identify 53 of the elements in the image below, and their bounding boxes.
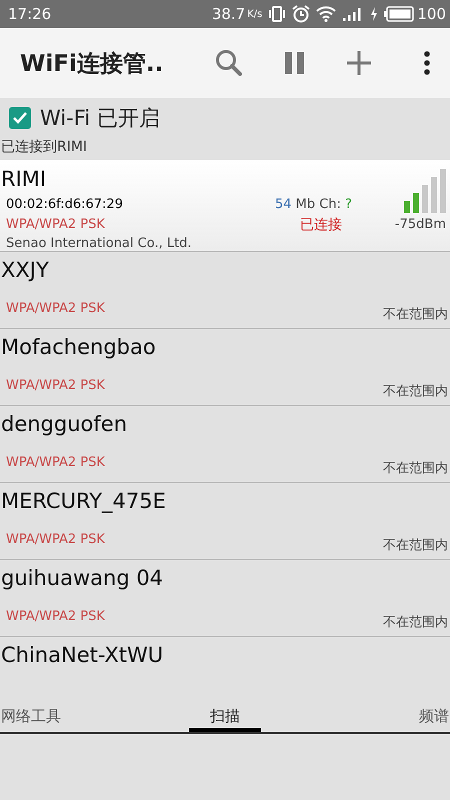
check-icon (12, 111, 28, 125)
link-rate: 54 (274, 197, 292, 212)
tab[interactable]: 频谱 (355, 700, 450, 732)
alarm-icon (292, 5, 310, 23)
network-row[interactable]: Mofachengbao WPA/WPA2 PSK 不在范围内 (0, 329, 450, 406)
network-row[interactable]: guihuawang 04 WPA/WPA2 PSK 不在范围内 (0, 560, 450, 637)
channel-value: ? (345, 197, 352, 212)
security-type: WPA/WPA2 PSK (6, 454, 105, 472)
security-type: WPA/WPA2 PSK (6, 300, 105, 318)
connection-status: 已连接 (300, 216, 342, 235)
range-status: 不在范围内 (383, 460, 448, 478)
wifi-icon (316, 6, 336, 22)
clock-time: 17:26 (8, 5, 52, 23)
range-status: 不在范围内 (383, 383, 448, 401)
network-row[interactable]: MERCURY_475E WPA/WPA2 PSK 不在范围内 (0, 483, 450, 560)
add-icon[interactable] (346, 50, 372, 76)
network-row[interactable]: XXJY WPA/WPA2 PSK 不在范围内 (0, 252, 450, 329)
range-status: 不在范围内 (383, 614, 448, 632)
tab[interactable]: 扫描 (189, 700, 261, 732)
security-type: WPA/WPA2 PSK (6, 608, 105, 626)
more-icon[interactable] (424, 51, 430, 75)
network-speed: 38.7 (212, 5, 246, 23)
search-icon[interactable] (214, 48, 244, 78)
network-name: ChinaNet-XtWU (0, 642, 164, 669)
range-status: 不在范围内 (383, 306, 448, 324)
network-name: dengguofen (0, 411, 128, 438)
security-type: WPA/WPA2 PSK (6, 216, 105, 234)
vendor-name: Senao International Co., Ltd. (5, 235, 193, 253)
tab[interactable]: 网络工具 (0, 700, 95, 732)
signal-strength-icon (404, 169, 446, 213)
mac-address: 00:02:6f:d6:67:29 (6, 196, 123, 214)
app-title: WiFi连接管.. (20, 50, 164, 78)
network-name: RIMI (0, 166, 48, 193)
signal-dbm: -75dBm (394, 217, 446, 232)
security-type: WPA/WPA2 PSK (6, 531, 105, 549)
network-name: Mofachengbao (0, 334, 157, 361)
speed-unit: K/s (247, 8, 262, 20)
pause-icon[interactable] (284, 51, 306, 75)
charging-icon (370, 7, 378, 21)
network-name: XXJY (0, 257, 50, 284)
wifi-checkbox[interactable] (9, 107, 31, 129)
battery-percent: 100 (417, 5, 446, 23)
security-type: WPA/WPA2 PSK (6, 377, 105, 395)
network-name: guihuawang 04 (0, 565, 164, 592)
vibrate-icon (268, 6, 286, 22)
channel-label: Ch: (319, 197, 341, 212)
network-name: MERCURY_475E (0, 488, 167, 515)
battery-icon (384, 6, 414, 22)
network-row[interactable]: dengguofen WPA/WPA2 PSK 不在范围内 (0, 406, 450, 483)
connection-note: 已连接到RIMI (0, 138, 88, 157)
rate-unit: Mb (296, 197, 316, 212)
range-status: 不在范围内 (383, 537, 448, 555)
wifi-status-label: Wi-Fi 已开启 (40, 105, 160, 132)
